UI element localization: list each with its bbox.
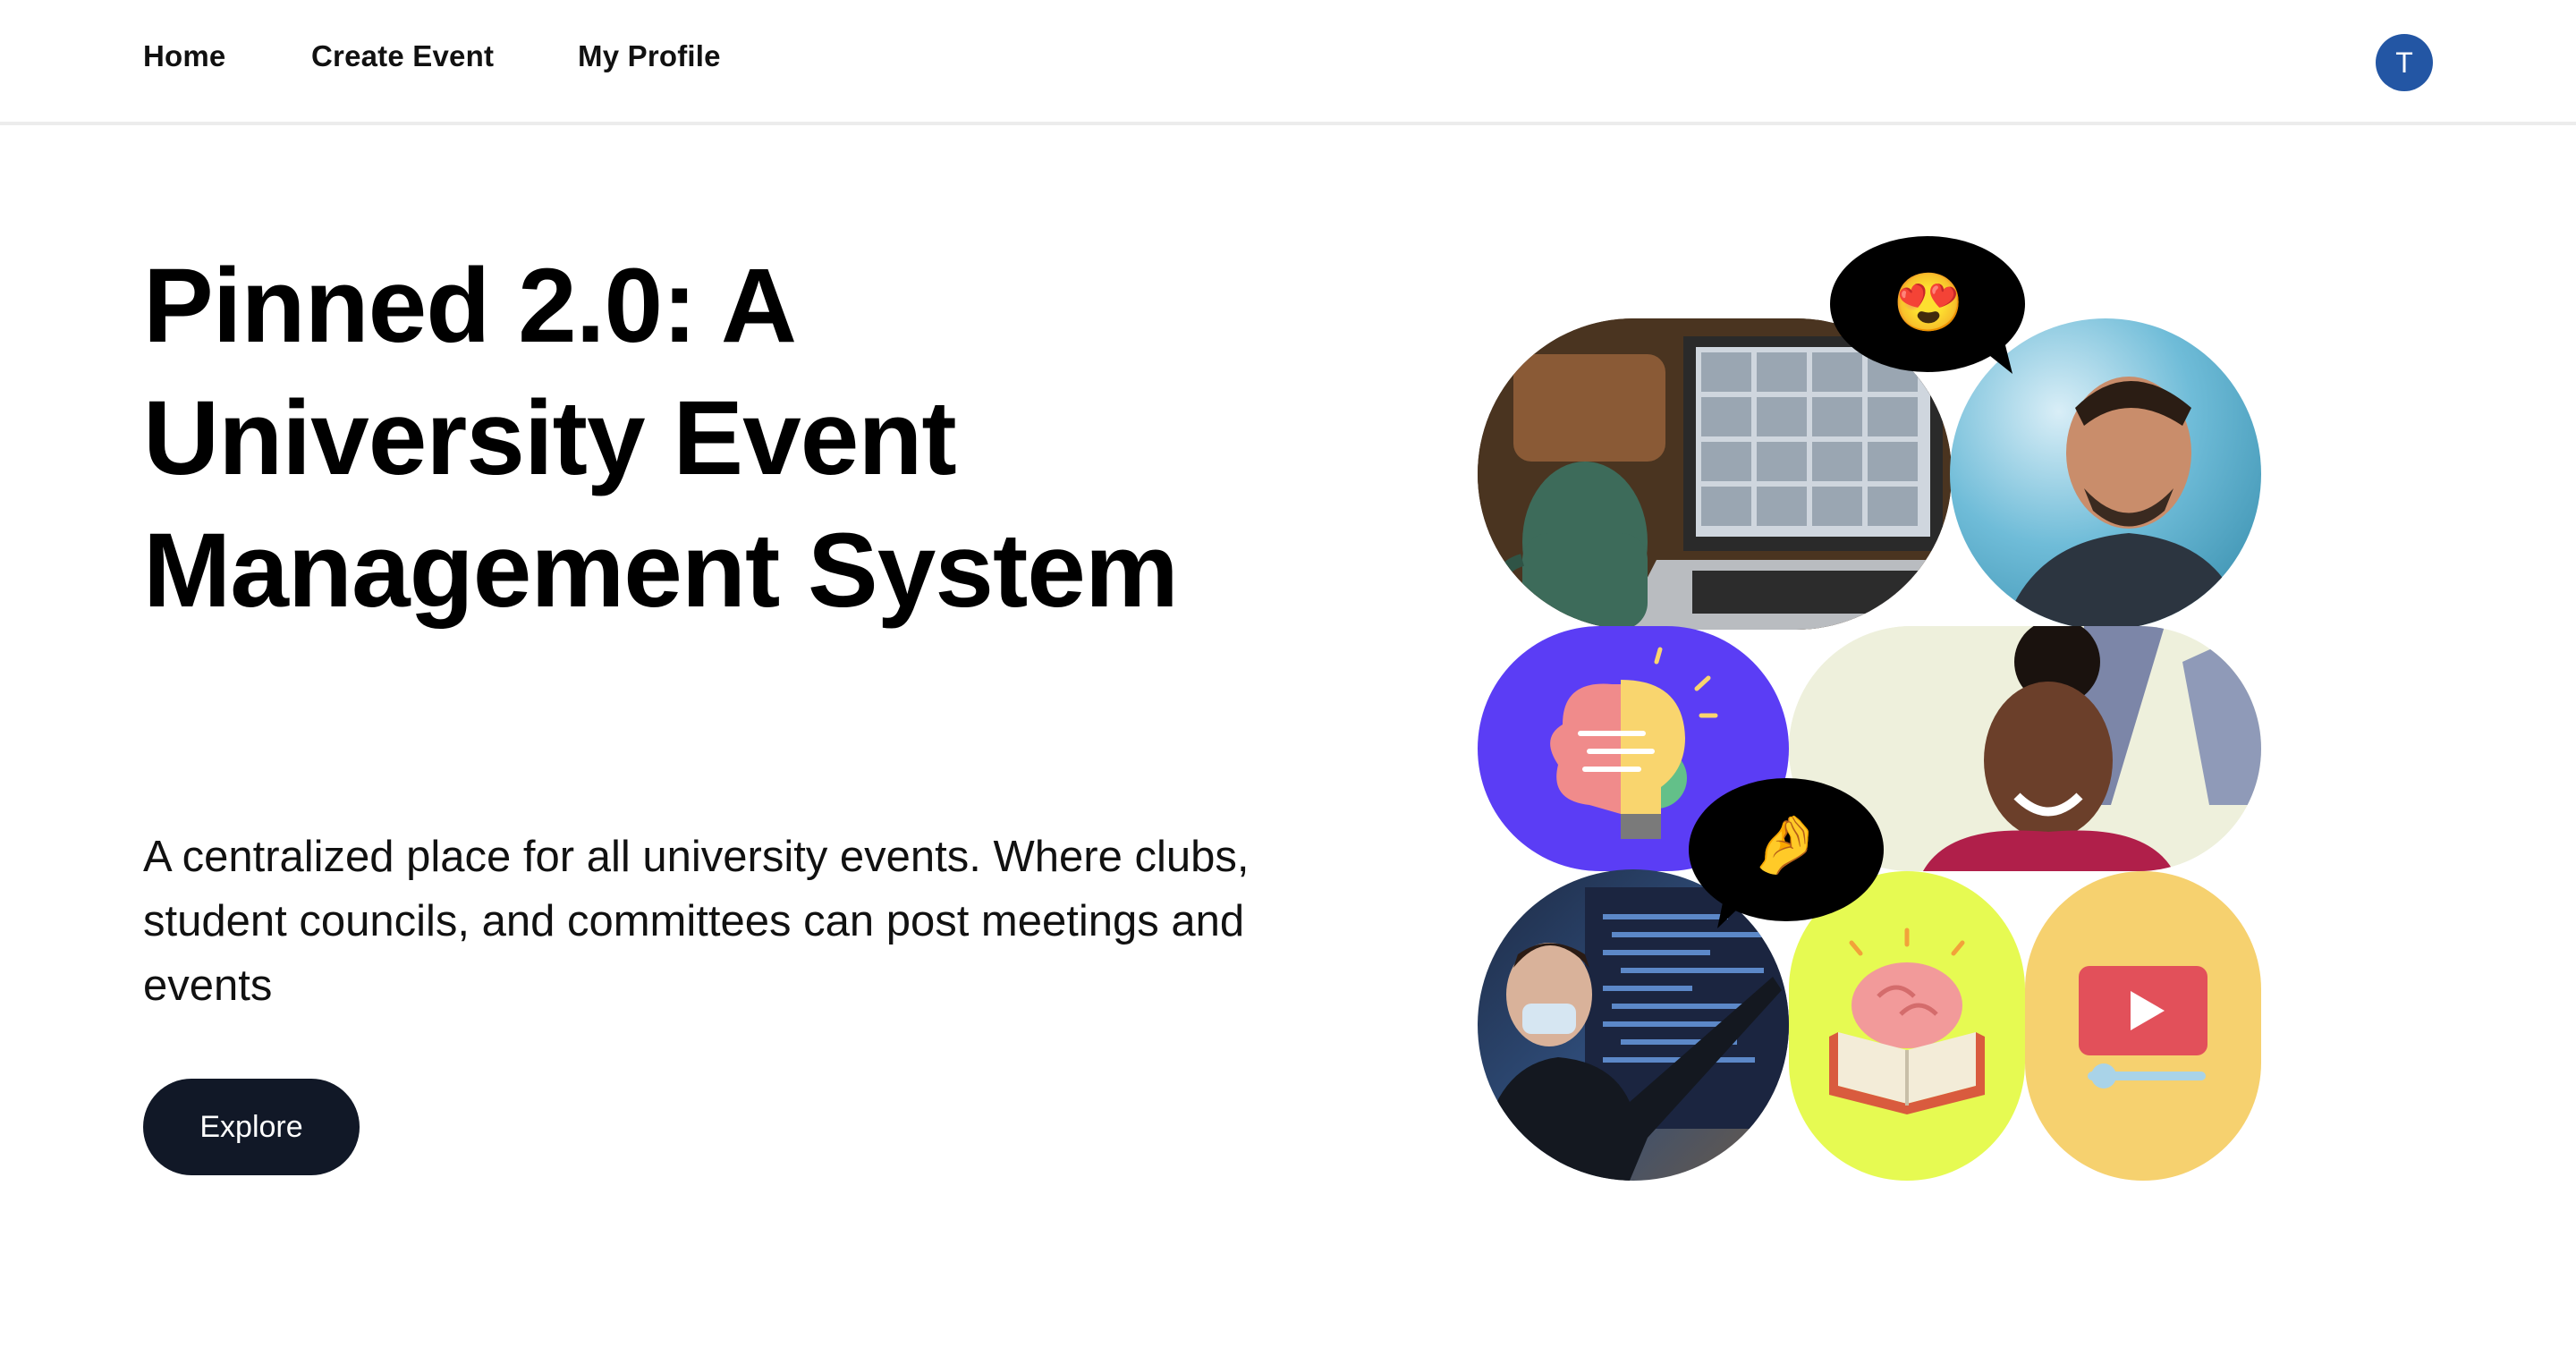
explore-button[interactable]: Explore [143, 1079, 360, 1175]
brain-book-tile [1789, 871, 2025, 1181]
brain-book-icon [1829, 928, 1985, 1114]
hero-title: Pinned 2.0: A University Event Managemen… [143, 247, 1179, 630]
avatar[interactable]: T [2376, 34, 2433, 91]
pinched-fingers-emoji-icon: 🤌 [1750, 812, 1821, 877]
heart-eyes-emoji-icon: 😍 [1893, 270, 1964, 335]
nav-my-profile-link[interactable]: My Profile [578, 39, 721, 73]
nav-create-event-link[interactable]: Create Event [311, 39, 494, 73]
nav-home-link[interactable]: Home [143, 39, 226, 73]
navbar: Home Create Event My Profile T [0, 0, 2576, 125]
video-player-tile [2025, 871, 2261, 1181]
video-player-icon [2079, 966, 2207, 1089]
hero-subtitle: A centralized place for all university e… [143, 833, 1250, 1010]
laptop-video-call-photo [1478, 318, 1952, 630]
